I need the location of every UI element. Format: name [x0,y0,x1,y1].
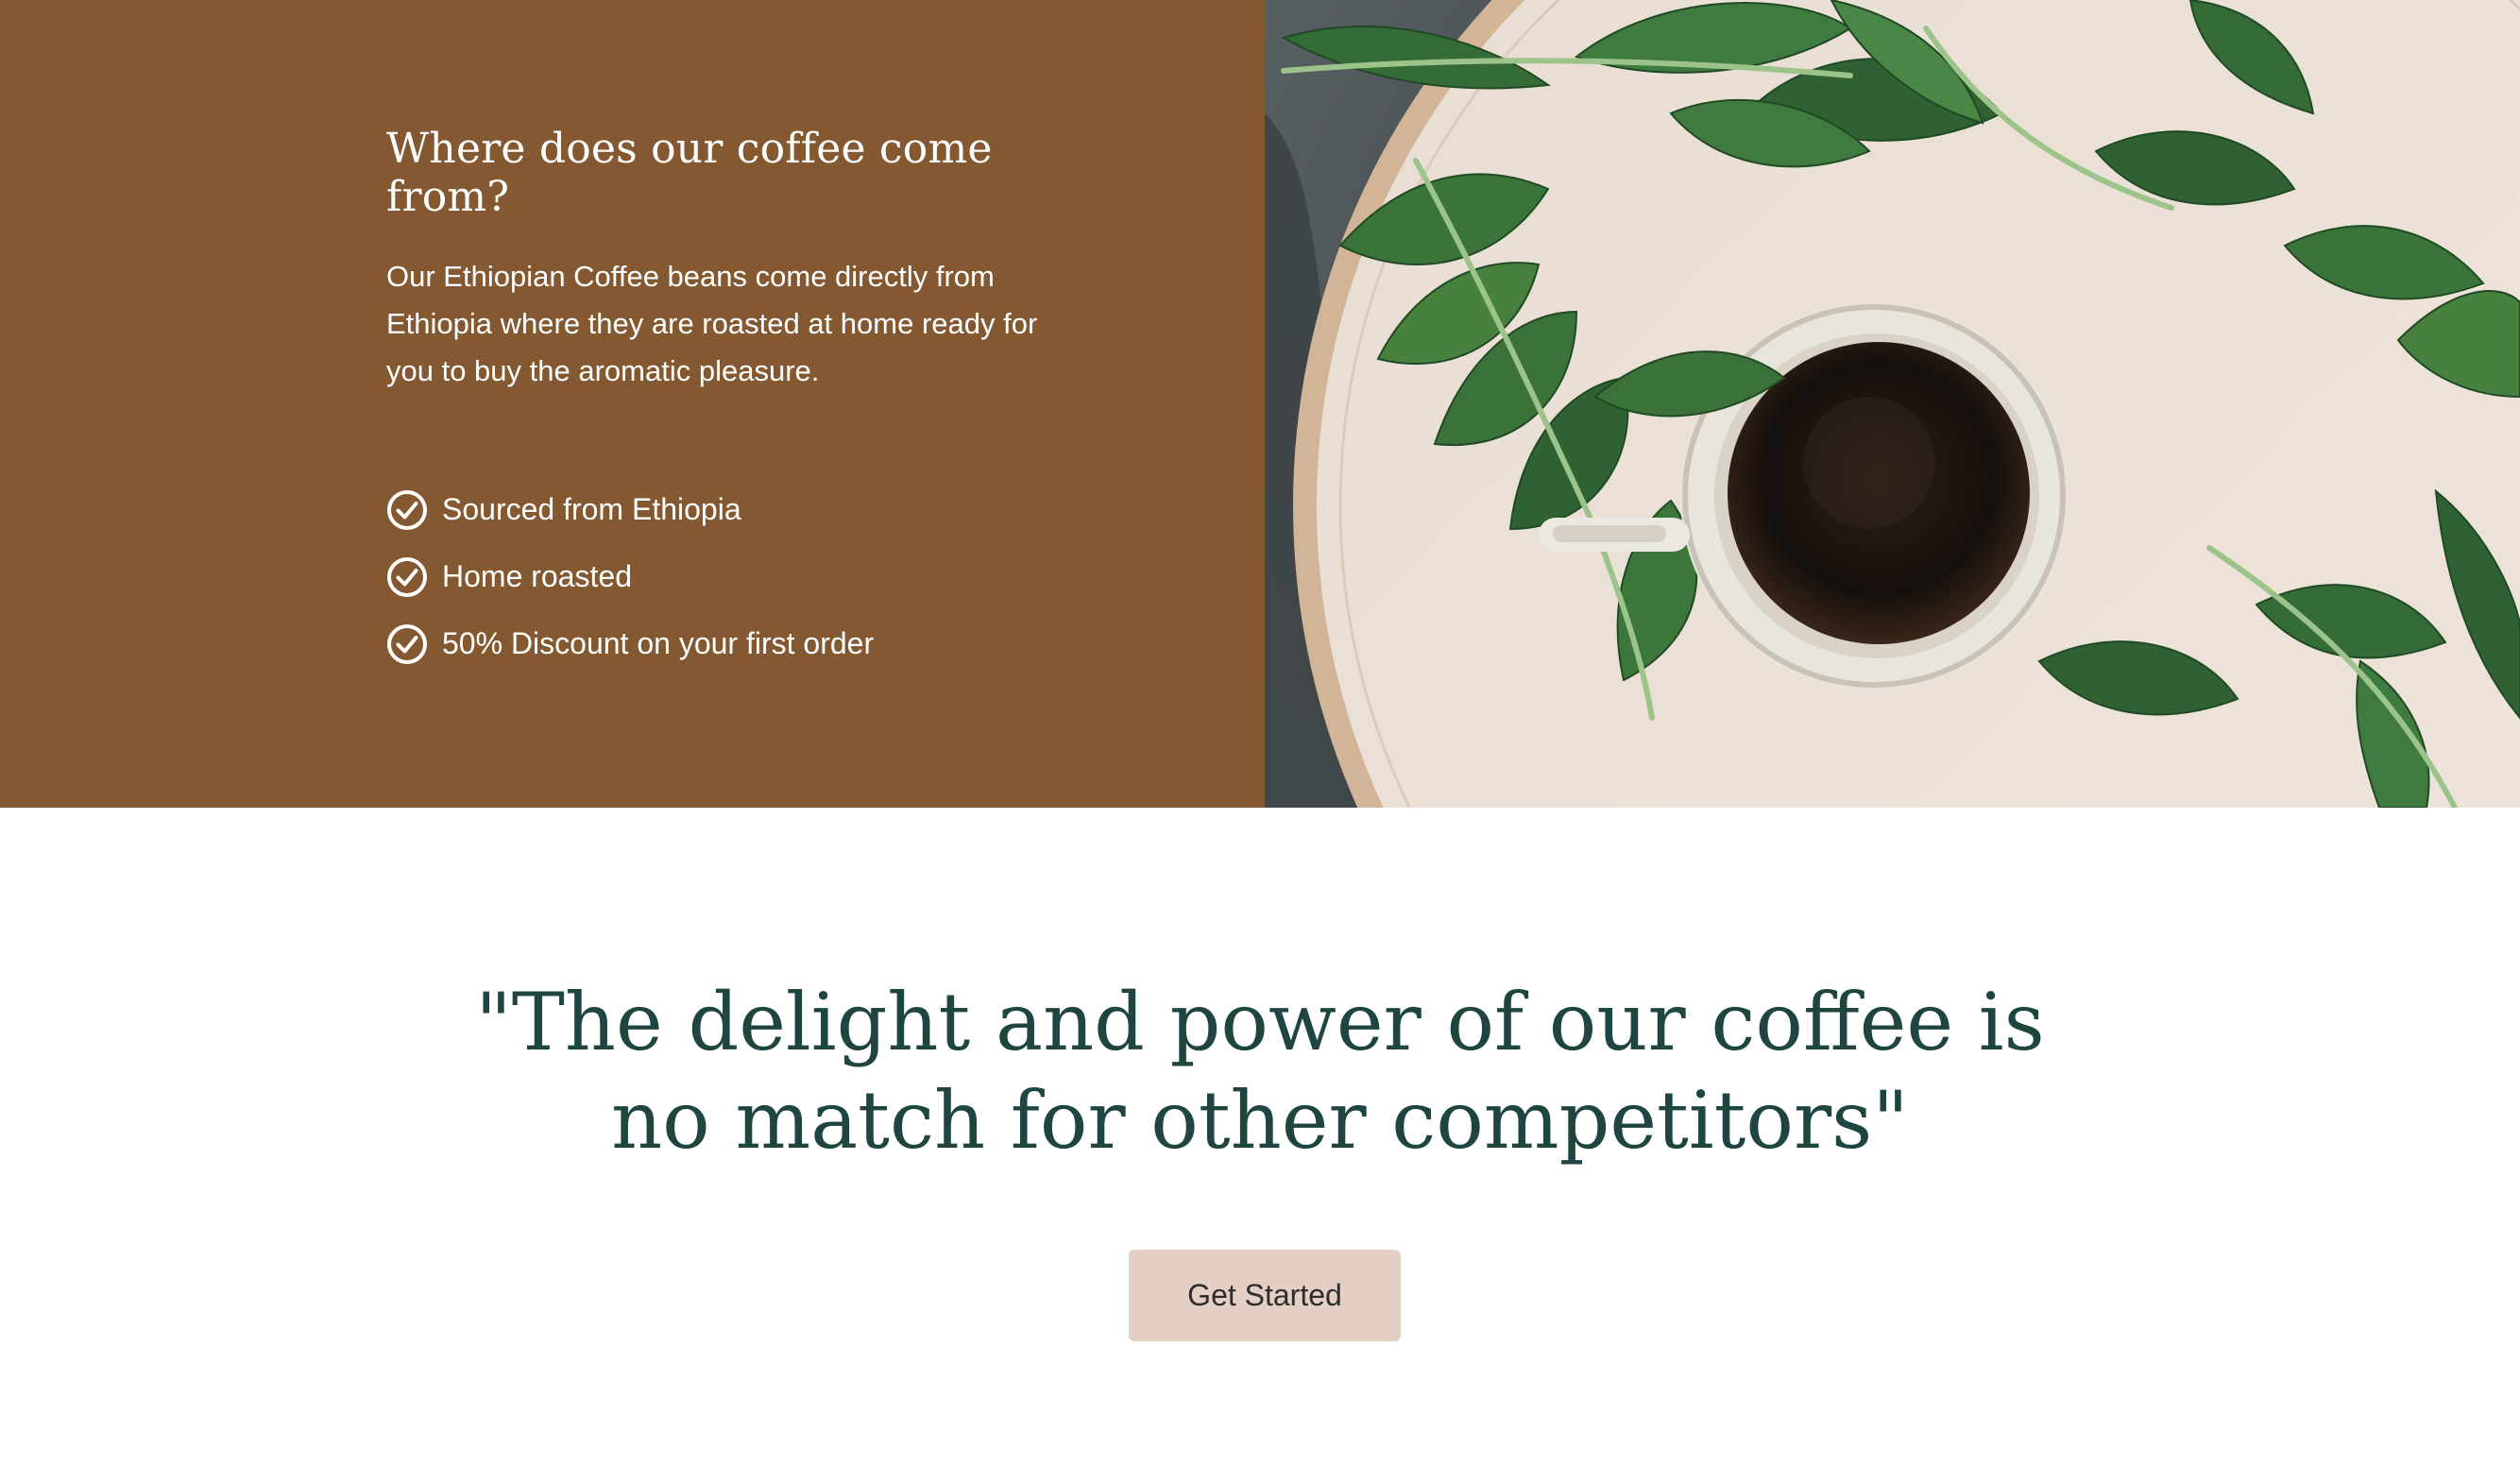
testimonial-section: "The delight and power of our coffee is … [0,808,2520,1484]
feature-item: Home roasted [386,543,1104,610]
testimonial-quote: "The delight and power of our coffee is … [0,973,2520,1169]
feature-label: Sourced from Ethiopia [442,492,741,526]
check-circle-icon [387,556,427,597]
coffee-origin-panel: Where does our coffee come from? Our Eth… [0,0,1265,808]
feature-item: Sourced from Ethiopia [386,476,1104,543]
coffee-cup-image [1265,0,2520,808]
hero-section: Where does our coffee come from? Our Eth… [0,0,2520,808]
section-description: Our Ethiopian Coffee beans come directly… [386,260,1038,387]
feature-label: 50% Discount on your first order [442,626,875,660]
section-title: Where does our coffee come from? [386,125,993,221]
feature-item: 50% Discount on your first order [386,610,1104,677]
feature-label: Home roasted [442,559,632,593]
quote-line-1: "The delight and power of our coffee is [475,976,2045,1068]
feature-list: Sourced from Ethiopia Home roasted 50% D… [386,476,1104,677]
coffee-cup-photo [1265,0,2520,808]
coffee-origin-content: Where does our coffee come from? Our Eth… [386,125,1104,677]
get-started-button[interactable]: Get Started [1129,1250,1401,1341]
quote-line-2: no match for other competitors" [611,1074,1909,1167]
check-circle-icon [387,489,427,530]
check-circle-icon [387,623,427,664]
